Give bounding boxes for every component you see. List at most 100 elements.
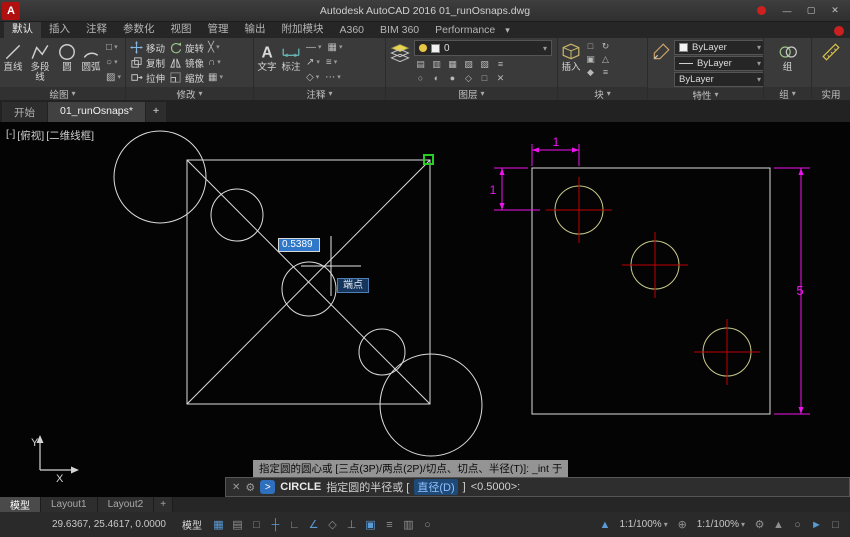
block-tool-icon-2[interactable]: ↻ bbox=[599, 40, 612, 52]
ribbon-tab-performance[interactable]: Performance bbox=[427, 23, 503, 38]
ribbon-tab-view[interactable]: 视图 bbox=[163, 20, 200, 38]
snap-toggle-icon[interactable]: ▤ bbox=[229, 516, 246, 534]
layer-tool-icon-5[interactable]: ▧ bbox=[478, 58, 491, 70]
layer-tool-icon-7[interactable]: ○ bbox=[414, 72, 427, 84]
annotation-visibility-icon[interactable]: ▲ bbox=[596, 516, 613, 534]
circle-button[interactable]: 圆 bbox=[56, 40, 78, 73]
transparency-icon[interactable]: ▥ bbox=[400, 516, 417, 534]
annotation-more-button[interactable]: ⋯▾ bbox=[323, 70, 343, 84]
layer-properties-button[interactable] bbox=[388, 40, 412, 64]
object-snap-tracking-icon[interactable]: ⊥ bbox=[343, 516, 360, 534]
scale-button[interactable]: 缩放 bbox=[167, 70, 206, 85]
layer-tool-icon-6[interactable]: ≡ bbox=[494, 58, 507, 70]
rectangle-tool-button[interactable]: □▾ bbox=[104, 40, 123, 54]
group-button[interactable]: 组 bbox=[777, 40, 799, 73]
model-space-button[interactable]: 模型 bbox=[176, 517, 208, 532]
layer-tool-icon-4[interactable]: ▨ bbox=[462, 58, 475, 70]
coordinates-display[interactable]: 29.6367, 25.4617, 0.0000 bbox=[52, 519, 166, 530]
visual-style-button[interactable]: [二维线框] bbox=[46, 128, 94, 143]
selection-cycling-icon[interactable]: ○ bbox=[419, 516, 436, 534]
ribbon-overflow-caret[interactable]: ▾ bbox=[503, 25, 516, 38]
layer-select-dropdown[interactable]: 0 ▾ bbox=[414, 40, 552, 56]
layer-tool-icon-3[interactable]: ▦ bbox=[446, 58, 459, 70]
layout-tab-layout1[interactable]: Layout1 bbox=[41, 497, 98, 512]
polar-tracking-icon[interactable]: ∠ bbox=[305, 516, 322, 534]
file-tab-drawing[interactable]: 01_runOsnaps* bbox=[48, 102, 145, 122]
ribbon-tab-addins[interactable]: 附加模块 bbox=[274, 20, 332, 38]
workspace-gear-icon[interactable]: ⚙ bbox=[751, 516, 768, 534]
panel-footer-properties[interactable]: 特性▾ bbox=[648, 88, 763, 100]
panel-footer-block[interactable]: 块▾ bbox=[558, 87, 647, 100]
trim-tool-button[interactable]: ╳▾ bbox=[206, 40, 222, 54]
grid-toggle-icon[interactable]: ▦ bbox=[210, 516, 227, 534]
dimension-button[interactable]: 标注 bbox=[280, 40, 302, 73]
layer-tool-icon-10[interactable]: ◇ bbox=[462, 72, 475, 84]
panel-footer-annotate[interactable]: 注释▾ bbox=[254, 87, 385, 100]
ribbon-tab-insert[interactable]: 插入 bbox=[41, 20, 78, 38]
file-tab-start[interactable]: 开始 bbox=[2, 102, 47, 122]
annotation-monitor-icon[interactable]: ▲ bbox=[770, 516, 787, 534]
object-color-dropdown[interactable]: ByLayer▾ bbox=[674, 40, 764, 55]
layer-tool-icon-11[interactable]: □ bbox=[478, 72, 491, 84]
measure-button[interactable] bbox=[820, 40, 842, 62]
dim-style-tool-button[interactable]: ◇▾ bbox=[304, 70, 321, 84]
copy-button[interactable]: 复制 bbox=[128, 55, 167, 70]
command-line[interactable]: ✕ ⚙ > CIRCLE 指定圆的半径或 [ 直径(D) ] <0.5000>: bbox=[225, 477, 850, 497]
command-customize-icon[interactable]: ⚙ bbox=[245, 481, 255, 494]
object-snap-icon[interactable]: ▣ bbox=[362, 516, 379, 534]
layout-tab-model[interactable]: 模型 bbox=[0, 497, 41, 512]
autocad-logo-icon[interactable]: A bbox=[2, 2, 20, 20]
match-properties-button[interactable] bbox=[650, 40, 672, 62]
dynamic-input-icon[interactable]: ┼ bbox=[267, 516, 284, 534]
panel-footer-modify[interactable]: 修改▾ bbox=[126, 87, 253, 100]
layer-tool-icon-8[interactable]: ◐ bbox=[430, 72, 443, 84]
block-tool-icon-3[interactable]: ▣ bbox=[584, 53, 597, 65]
new-layout-button[interactable]: + bbox=[154, 497, 173, 512]
fillet-tool-button[interactable]: ∩▾ bbox=[206, 55, 223, 69]
arc-button[interactable]: 圆弧 bbox=[80, 40, 102, 73]
stretch-button[interactable]: 拉伸 bbox=[128, 70, 167, 85]
rotate-button[interactable]: 旋转 bbox=[167, 40, 206, 55]
move-button[interactable]: 移动 bbox=[128, 40, 167, 55]
panel-footer-group[interactable]: 组▾ bbox=[764, 87, 811, 100]
close-button[interactable]: ✕ bbox=[824, 3, 846, 19]
panel-footer-layers[interactable]: 图层▾ bbox=[386, 87, 557, 100]
ribbon-tab-parametric[interactable]: 参数化 bbox=[115, 20, 163, 38]
table-tool-button[interactable]: ▦▾ bbox=[326, 40, 345, 54]
infer-constraints-icon[interactable]: □ bbox=[248, 516, 265, 534]
annotation-scale-dropdown[interactable]: 1:1/100%▾ bbox=[615, 519, 671, 530]
multileader-tool-button[interactable]: ↗▾ bbox=[304, 55, 322, 69]
layer-tool-icon-2[interactable]: ▥ bbox=[430, 58, 443, 70]
line-button[interactable]: 直线 bbox=[2, 40, 24, 73]
view-control-button[interactable]: [俯视] bbox=[17, 128, 44, 143]
ribbon-tab-output[interactable]: 输出 bbox=[237, 20, 274, 38]
viewport-menu-button[interactable]: [-] bbox=[6, 128, 15, 143]
block-tool-icon-5[interactable]: ◆ bbox=[584, 66, 597, 78]
autoscale-icon[interactable]: ⊕ bbox=[674, 516, 691, 534]
lineweight-dropdown[interactable]: ByLayer▾ bbox=[674, 72, 764, 87]
graphics-performance-icon[interactable]: ► bbox=[808, 516, 825, 534]
clean-screen-icon[interactable]: □ bbox=[827, 516, 844, 534]
array-tool-button[interactable]: ▦▾ bbox=[206, 70, 225, 84]
lineweight-icon[interactable]: ≡ bbox=[381, 516, 398, 534]
panel-footer-draw[interactable]: 绘图▾ bbox=[0, 87, 125, 100]
isodraft-icon[interactable]: ◇ bbox=[324, 516, 341, 534]
ellipse-tool-button[interactable]: ○▾ bbox=[104, 55, 123, 69]
minimize-button[interactable]: — bbox=[776, 3, 798, 19]
polyline-button[interactable]: 多段线 bbox=[26, 40, 54, 83]
viewport-scale-dropdown[interactable]: 1:1/100%▾ bbox=[693, 519, 749, 530]
layer-tool-icon-9[interactable]: ● bbox=[446, 72, 459, 84]
layer-tool-icon-12[interactable]: ✕ bbox=[494, 72, 507, 84]
leader-tool-button[interactable]: —▾ bbox=[304, 40, 324, 54]
drawing-canvas[interactable]: 1 1 5 Y X [-] [俯视] [二维线框] 0.5389 端点 指 bbox=[0, 122, 850, 497]
ribbon-tab-a360[interactable]: A360 bbox=[332, 23, 373, 38]
mirror-button[interactable]: 镜像 bbox=[167, 55, 206, 70]
new-drawing-tab-button[interactable]: + bbox=[146, 102, 166, 122]
ribbon-tab-manage[interactable]: 管理 bbox=[200, 20, 237, 38]
block-tool-icon-6[interactable]: ≡ bbox=[599, 66, 612, 78]
text-style-tool-button[interactable]: ≡▾ bbox=[324, 55, 339, 69]
layout-tab-layout2[interactable]: Layout2 bbox=[98, 497, 155, 512]
insert-block-button[interactable]: 插入 bbox=[560, 40, 582, 73]
command-option-diameter[interactable]: 直径(D) bbox=[414, 479, 457, 495]
text-button[interactable]: A 文字 bbox=[256, 40, 278, 73]
